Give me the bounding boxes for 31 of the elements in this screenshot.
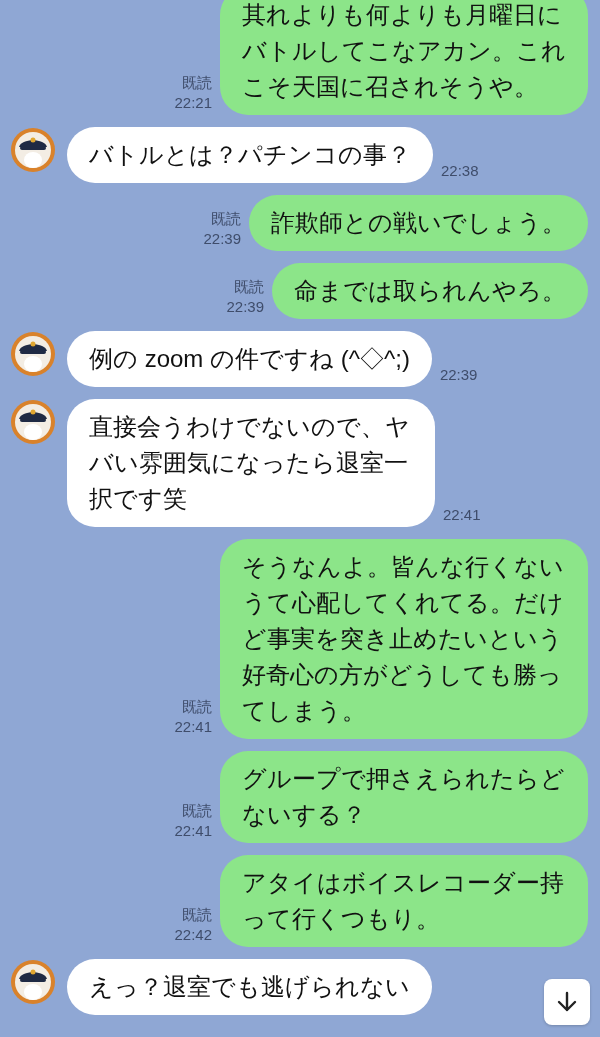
- avatar-icon[interactable]: [10, 399, 56, 445]
- message-bubble: えっ？退室でも逃げられない: [67, 959, 432, 1015]
- timestamp: 22:39: [439, 365, 478, 385]
- message-bubble: 其れよりも何よりも月曜日にバトルしてこなアカン。これこそ天国に召されそうや。: [220, 0, 588, 115]
- timestamp: 22:42: [174, 925, 212, 945]
- timestamp: 22:41: [443, 505, 481, 525]
- read-receipt: 既読: [182, 697, 212, 717]
- message-bubble: アタイはボイスレコーダー持って行くつもり。: [220, 855, 588, 947]
- message-bubble: グループで押さえられたらどないする？: [220, 751, 588, 843]
- read-receipt: 既読: [182, 905, 212, 925]
- timestamp: 22:21: [174, 93, 212, 113]
- avatar-icon[interactable]: [10, 331, 56, 377]
- timestamp: 22:39: [226, 297, 264, 317]
- read-receipt: 既読: [182, 73, 212, 93]
- message-bubble: そうなんよ。皆んな行くないうて心配してくれてる。だけど事実を突き止めたいという好奇心の方がどうしても勝ってしまう。: [220, 539, 588, 739]
- avatar-icon[interactable]: [10, 127, 56, 173]
- scroll-down-button[interactable]: [544, 979, 590, 1025]
- read-receipt: 既読: [234, 277, 264, 297]
- read-receipt: 既読: [211, 209, 241, 229]
- message-bubble: 直接会うわけでないので、ヤバい雰囲気になったら退室一択です笑: [67, 399, 435, 527]
- message-bubble: 例の zoom の件ですね (^◇^;): [67, 331, 432, 387]
- message-bubble: バトルとは？パチンコの事？: [67, 127, 433, 183]
- message-bubble: 詐欺師との戦いでしょう。: [249, 195, 588, 251]
- timestamp: 22:39: [203, 229, 241, 249]
- arrow-down-icon: [555, 990, 579, 1014]
- message-bubble: 命までは取られんやろ。: [272, 263, 588, 319]
- timestamp: 22:41: [174, 717, 212, 737]
- avatar-icon[interactable]: [10, 959, 56, 1005]
- timestamp: 22:38: [441, 161, 479, 181]
- read-receipt: 既読: [182, 801, 212, 821]
- timestamp: 22:41: [174, 821, 212, 841]
